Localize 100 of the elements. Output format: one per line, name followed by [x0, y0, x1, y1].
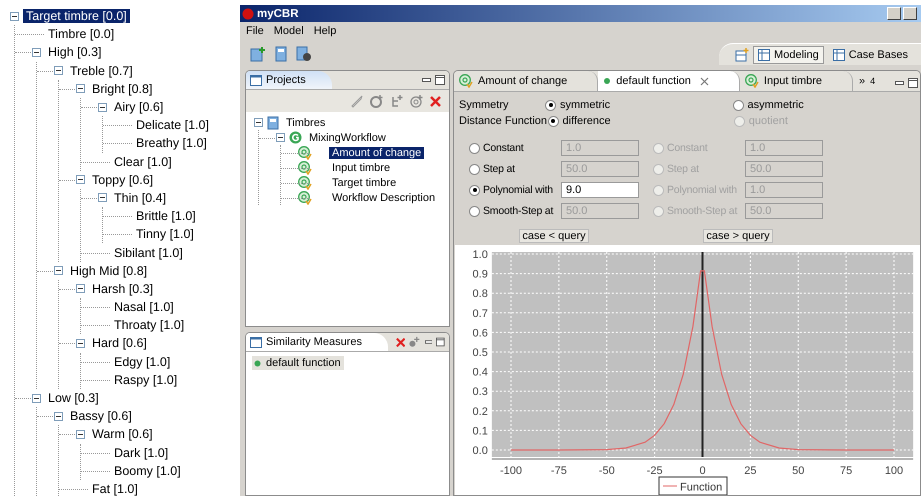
collapse-icon[interactable]: [54, 66, 63, 76]
tree-item[interactable]: Dark [1.0]: [111, 446, 172, 460]
y-tick-label: 0.0: [472, 445, 488, 457]
tree-item[interactable]: Target timbre: [329, 176, 400, 188]
collapse-icon[interactable]: [76, 338, 85, 348]
tree-item[interactable]: Low [0.3]: [45, 391, 102, 406]
delete-icon[interactable]: [430, 96, 441, 106]
radio-button[interactable]: [469, 206, 480, 216]
tree-item[interactable]: Delicate [1.0]: [133, 118, 212, 132]
tree-item[interactable]: Workflow Description: [329, 192, 438, 204]
tree-item[interactable]: Amount of change: [329, 146, 424, 158]
minimize-icon[interactable]: [895, 81, 904, 85]
direction-button[interactable]: case > query: [703, 229, 773, 243]
x-tick-label: -75: [550, 465, 567, 477]
view-tab[interactable]: Projects: [246, 71, 332, 89]
menu-item[interactable]: File: [246, 25, 264, 37]
maximize-icon[interactable]: [436, 337, 445, 347]
tree-item[interactable]: Throaty [1.0]: [111, 318, 188, 332]
tree-item[interactable]: Sibilant [1.0]: [111, 246, 186, 260]
legend-item: Function: [658, 476, 728, 495]
minimize-icon[interactable]: [424, 340, 432, 344]
tree-item[interactable]: Nasal [1.0]: [111, 300, 177, 314]
editor-tab[interactable]: default function: [598, 71, 740, 91]
maximize-icon[interactable]: [435, 75, 445, 85]
tree-item[interactable]: High Mid [0.8]: [67, 264, 150, 278]
hierarchy-icon[interactable]: [390, 94, 403, 108]
collapse-icon[interactable]: [54, 412, 63, 421]
radio-button[interactable]: [732, 100, 744, 110]
menu-item[interactable]: Help: [314, 25, 336, 37]
tree-item[interactable]: Edgy [1.0]: [111, 354, 174, 369]
collapse-icon[interactable]: [76, 284, 85, 294]
y-tick-label: 0.4: [472, 366, 488, 379]
perspective-button[interactable]: Modeling: [753, 46, 824, 64]
view-tab[interactable]: Similarity Measures: [246, 333, 388, 351]
y-tick-label: 0.9: [472, 268, 488, 281]
perspective-button[interactable]: Case Bases: [828, 46, 913, 64]
tree-item[interactable]: Input timbre: [329, 162, 394, 174]
tree-item[interactable]: Toppy [0.6]: [89, 172, 156, 187]
tree-item[interactable]: Treble [0.7]: [67, 64, 136, 78]
attribute-icon: [298, 190, 312, 204]
tree-item[interactable]: Timbre [0.0]: [45, 27, 118, 42]
open-perspective-icon[interactable]: [735, 48, 750, 62]
collapse-icon[interactable]: [10, 12, 19, 21]
collapse-icon[interactable]: [76, 175, 85, 184]
list-item[interactable]: default function: [252, 356, 344, 370]
tree-item[interactable]: Thin [0.4]: [111, 190, 170, 205]
minimize-icon[interactable]: [422, 78, 431, 82]
tree-item[interactable]: Clear [1.0]: [111, 154, 175, 169]
new-project-icon[interactable]: [250, 46, 266, 62]
collapse-icon[interactable]: [32, 394, 41, 403]
option-label: symmetric: [560, 99, 610, 111]
status-dot-icon: [254, 360, 261, 366]
tree-item[interactable]: Bright [0.8]: [89, 82, 156, 96]
tree-item[interactable]: Boomy [1.0]: [111, 464, 184, 478]
editor-tab[interactable]: Input timbre: [740, 71, 854, 91]
tree-item[interactable]: MixingWorkflow: [306, 132, 389, 144]
document-icon[interactable]: [274, 46, 288, 62]
tree-item[interactable]: Breathy [1.0]: [133, 136, 210, 150]
radio-button[interactable]: [469, 164, 480, 174]
tree-item[interactable]: Timbres: [283, 116, 328, 128]
collapse-icon[interactable]: [76, 430, 85, 439]
collapse-icon[interactable]: [254, 118, 263, 127]
tree-item[interactable]: Target timbre [0.0]: [23, 9, 130, 24]
tree-item[interactable]: Brittle [1.0]: [133, 209, 199, 224]
maximize-icon[interactable]: [908, 78, 918, 88]
tree-item[interactable]: Tinny [1.0]: [133, 227, 197, 242]
tree-item[interactable]: High [0.3]: [45, 45, 105, 60]
input-field[interactable]: 9.0: [561, 182, 639, 198]
tree-item[interactable]: Bassy [0.6]: [67, 409, 135, 424]
menu-item[interactable]: Model: [274, 25, 304, 37]
tree-item[interactable]: Raspy [1.0]: [111, 372, 180, 387]
attribute-icon: [298, 176, 312, 190]
y-tick-label: 0.2: [472, 406, 488, 418]
x-tick-label: -50: [598, 465, 615, 477]
minimize-button[interactable]: [887, 7, 901, 20]
collapse-icon[interactable]: [276, 133, 285, 142]
tree-item[interactable]: Harsh [0.3]: [89, 282, 156, 296]
add-concept-icon[interactable]: [370, 94, 383, 108]
delete-icon[interactable]: [396, 336, 406, 348]
collapse-icon[interactable]: [32, 48, 41, 57]
radio-button[interactable]: [545, 100, 556, 110]
close-icon[interactable]: [700, 76, 709, 86]
radio-button[interactable]: [469, 142, 480, 154]
tree-item[interactable]: Hard [0.6]: [89, 336, 150, 350]
y-tick-label: 0.7: [472, 308, 488, 320]
radio-button[interactable]: [548, 116, 559, 126]
maximize-button[interactable]: [903, 7, 917, 20]
tree-item[interactable]: Airy [0.6]: [111, 100, 166, 114]
tree-item[interactable]: Warm [0.6]: [89, 427, 156, 442]
add-attribute-icon[interactable]: [410, 94, 423, 108]
collapse-icon[interactable]: [76, 84, 85, 94]
direction-button[interactable]: case < query: [519, 229, 589, 243]
collapse-icon[interactable]: [98, 102, 107, 112]
collapse-icon[interactable]: [54, 266, 63, 276]
document-clock-icon[interactable]: [296, 46, 312, 62]
tree-item[interactable]: Fat [1.0]: [89, 482, 141, 496]
option-label: difference: [562, 115, 611, 127]
x-tick-label: 0: [699, 465, 706, 477]
radio-button[interactable]: [469, 184, 480, 196]
collapse-icon[interactable]: [98, 193, 107, 202]
